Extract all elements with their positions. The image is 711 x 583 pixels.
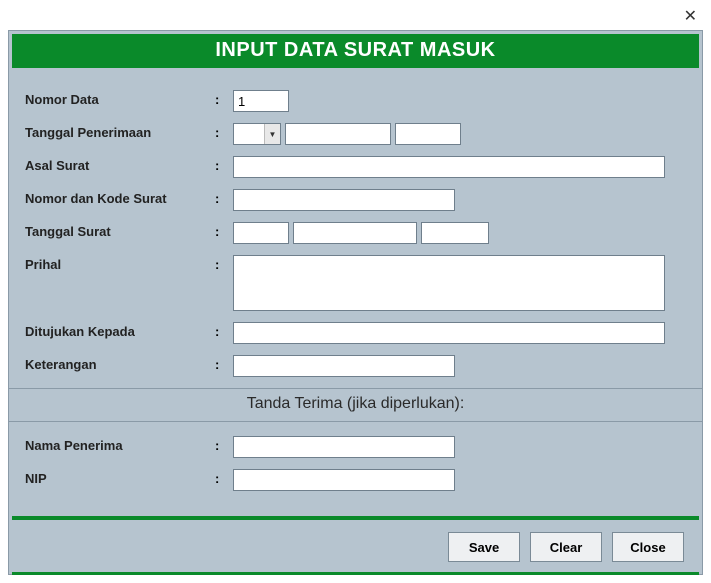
label-prihal: Prihal bbox=[25, 255, 215, 272]
colon: : bbox=[215, 469, 233, 486]
colon: : bbox=[215, 156, 233, 173]
row-nomor-kode-surat: Nomor dan Kode Surat : bbox=[25, 189, 686, 211]
form-area: Nomor Data : Tanggal Penerimaan : ▼ bbox=[9, 68, 702, 516]
input-tgl-pen-month[interactable] bbox=[285, 123, 391, 145]
tanda-terima-area: Nama Penerima : NIP : bbox=[25, 422, 686, 512]
label-ditujukan-kepada: Ditujukan Kepada bbox=[25, 322, 215, 339]
label-keterangan: Keterangan bbox=[25, 355, 215, 372]
row-tanggal-surat: Tanggal Surat : bbox=[25, 222, 686, 244]
row-keterangan: Keterangan : bbox=[25, 355, 686, 377]
label-tanggal-penerimaan: Tanggal Penerimaan bbox=[25, 123, 215, 140]
label-nomor-kode-surat: Nomor dan Kode Surat bbox=[25, 189, 215, 206]
input-tgl-surat-day[interactable] bbox=[233, 222, 289, 244]
input-ditujukan-kepada[interactable] bbox=[233, 322, 665, 344]
colon: : bbox=[215, 255, 233, 272]
row-asal-surat: Asal Surat : bbox=[25, 156, 686, 178]
input-tgl-surat-year[interactable] bbox=[421, 222, 489, 244]
label-nip: NIP bbox=[25, 469, 215, 486]
input-prihal[interactable] bbox=[233, 255, 665, 311]
section-tanda-terima-title: Tanda Terima (jika diperlukan): bbox=[9, 389, 702, 422]
dialog-window: ✕ INPUT DATA SURAT MASUK Nomor Data : Ta… bbox=[0, 0, 711, 583]
input-asal-surat[interactable] bbox=[233, 156, 665, 178]
colon: : bbox=[215, 222, 233, 239]
clear-button[interactable]: Clear bbox=[530, 532, 602, 562]
colon: : bbox=[215, 322, 233, 339]
close-button[interactable]: Close bbox=[612, 532, 684, 562]
row-tanggal-penerimaan: Tanggal Penerimaan : ▼ bbox=[25, 123, 686, 145]
save-button[interactable]: Save bbox=[448, 532, 520, 562]
close-icon[interactable]: ✕ bbox=[684, 6, 697, 26]
label-asal-surat: Asal Surat bbox=[25, 156, 215, 173]
chevron-down-icon[interactable]: ▼ bbox=[264, 124, 280, 144]
row-nomor-data: Nomor Data : bbox=[25, 90, 686, 112]
input-tgl-pen-year[interactable] bbox=[395, 123, 461, 145]
input-tgl-surat-month[interactable] bbox=[293, 222, 417, 244]
colon: : bbox=[215, 436, 233, 453]
colon: : bbox=[215, 189, 233, 206]
row-nama-penerima: Nama Penerima : bbox=[25, 436, 686, 458]
input-nip[interactable] bbox=[233, 469, 455, 491]
label-nomor-data: Nomor Data bbox=[25, 90, 215, 107]
label-tanggal-surat: Tanggal Surat bbox=[25, 222, 215, 239]
combo-tgl-pen-day[interactable]: ▼ bbox=[233, 123, 281, 145]
row-ditujukan-kepada: Ditujukan Kepada : bbox=[25, 322, 686, 344]
colon: : bbox=[215, 90, 233, 107]
button-bar: Save Clear Close bbox=[9, 520, 702, 572]
row-prihal: Prihal : bbox=[25, 255, 686, 311]
title-bar: INPUT DATA SURAT MASUK bbox=[12, 34, 699, 68]
input-nomor-data[interactable] bbox=[233, 90, 289, 112]
colon: : bbox=[215, 355, 233, 372]
divider-green-bottom bbox=[12, 572, 699, 575]
input-keterangan[interactable] bbox=[233, 355, 455, 377]
form-panel: INPUT DATA SURAT MASUK Nomor Data : Tang… bbox=[8, 30, 703, 575]
input-nama-penerima[interactable] bbox=[233, 436, 455, 458]
label-nama-penerima: Nama Penerima bbox=[25, 436, 215, 453]
colon: : bbox=[215, 123, 233, 140]
row-nip: NIP : bbox=[25, 469, 686, 491]
input-nomor-kode-surat[interactable] bbox=[233, 189, 455, 211]
